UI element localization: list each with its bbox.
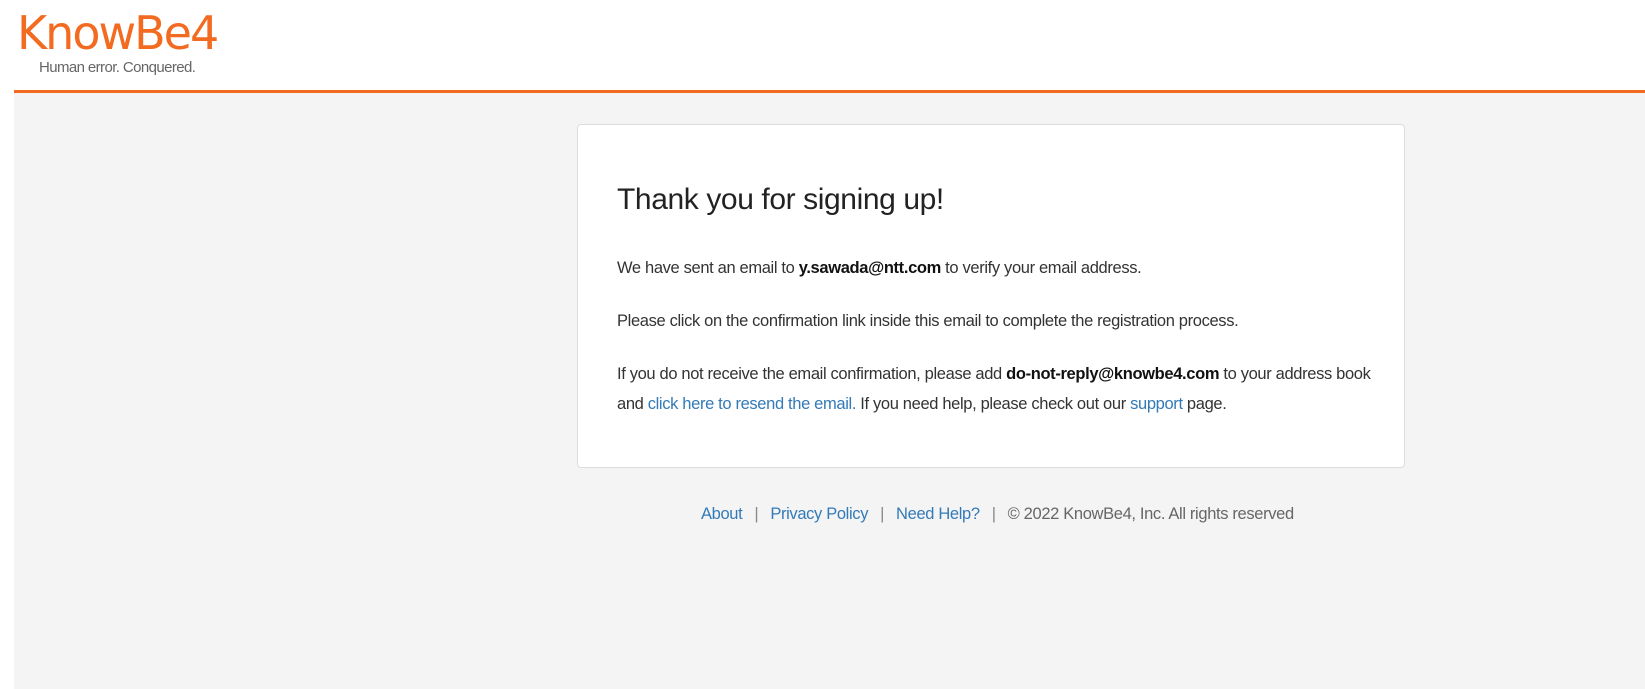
footer-separator: | bbox=[880, 505, 885, 523]
resend-email-link[interactable]: click here to resend the email. bbox=[648, 395, 857, 413]
troubleshooting-message: If you do not receive the email confirma… bbox=[617, 359, 1371, 419]
sent-email-text: We have sent an email to bbox=[617, 259, 799, 277]
confirmation-card: Thank you for signing up! We have sent a… bbox=[577, 124, 1405, 468]
user-email: y.sawada@ntt.com bbox=[798, 259, 942, 277]
confirmation-instructions: Please click on the confirmation link in… bbox=[617, 312, 1239, 330]
footer-separator: | bbox=[754, 505, 759, 523]
logo-text-o: o bbox=[72, 6, 100, 60]
footer-links: About | Privacy Policy | Need Help? | © 2022 K… bbox=[701, 505, 1294, 524]
knowbe4-logo[interactable]: KnowBe4 Human error. Conquered. bbox=[17, 10, 219, 76]
sent-email-message: We have sent an email to y.sawada@ntt.co… bbox=[617, 253, 1142, 283]
and-text: and bbox=[617, 395, 648, 413]
copyright-text: © 2022 KnowBe4, Inc. All rights reserved bbox=[1007, 505, 1295, 523]
logo-wordmark: KnowBe4 bbox=[17, 6, 219, 60]
page-text: page. bbox=[1182, 395, 1227, 413]
add-sender-text: If you do not receive the email confirma… bbox=[617, 365, 1007, 383]
verify-text: to verify your email address. bbox=[940, 259, 1142, 277]
sender-email: do-not-reply@knowbe4.com bbox=[1006, 365, 1220, 383]
header: KnowBe4 Human error. Conquered. bbox=[0, 0, 1645, 90]
address-book-text: to your address book bbox=[1219, 365, 1371, 383]
support-link[interactable]: support bbox=[1130, 395, 1183, 413]
need-help-link[interactable]: Need Help? bbox=[896, 505, 980, 523]
footer-separator: | bbox=[991, 505, 996, 523]
privacy-policy-link[interactable]: Privacy Policy bbox=[770, 505, 868, 523]
page-title: Thank you for signing up! bbox=[617, 183, 944, 216]
main-content: Thank you for signing up! We have sent a… bbox=[14, 93, 1645, 689]
about-link[interactable]: About bbox=[701, 505, 743, 523]
logo-tagline: Human error. Conquered. bbox=[39, 59, 196, 76]
logo-text-end: wBe4 bbox=[98, 6, 219, 60]
logo-text-start: Kn bbox=[17, 6, 74, 60]
help-text: If you need help, please check out our bbox=[856, 395, 1131, 413]
